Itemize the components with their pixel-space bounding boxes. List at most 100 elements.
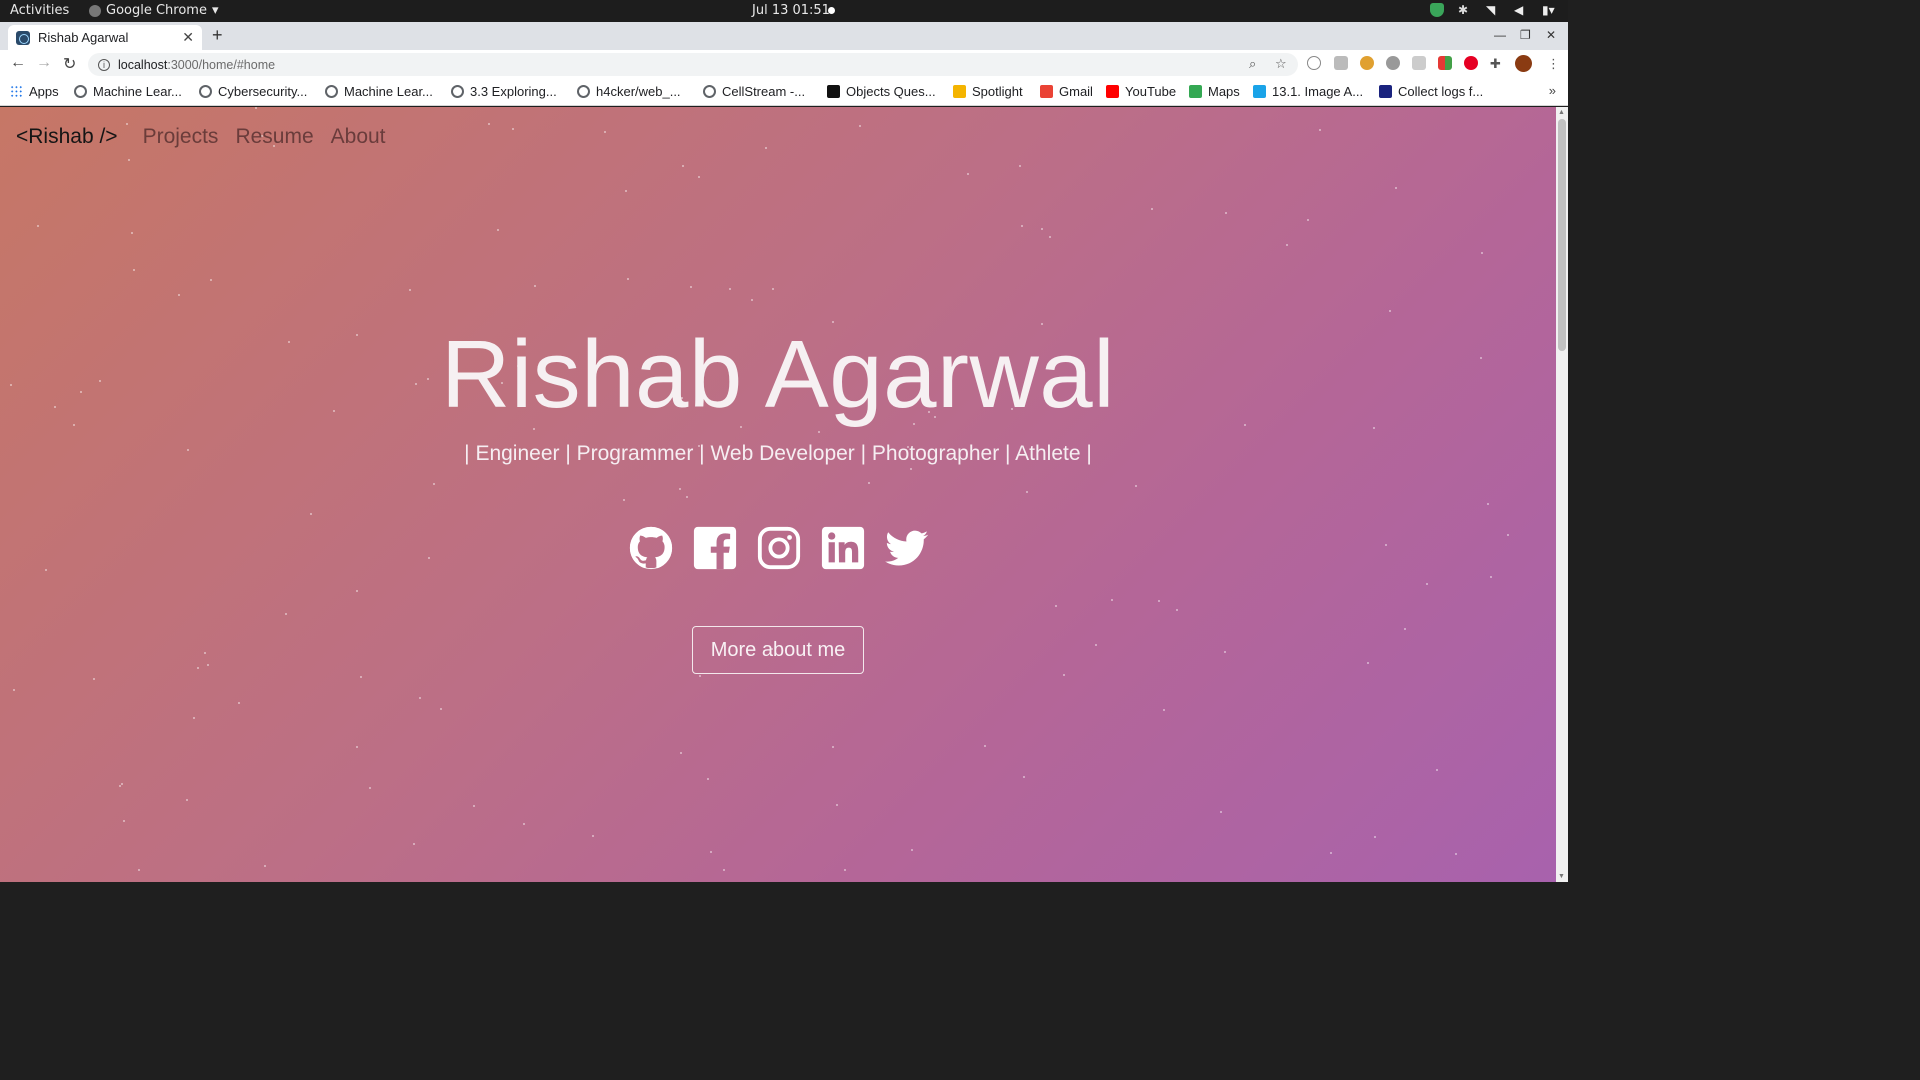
star-dot [1095,644,1097,646]
wifi-icon[interactable]: ◥ [1486,3,1500,17]
bookmark-star-icon[interactable]: ☆ [1275,56,1287,72]
system-tray[interactable]: ✱ ◥ ◀ ▮▾ [1430,3,1556,17]
battery-icon[interactable]: ▮▾ [1542,3,1556,17]
bookmark-label: Machine Lear... [344,84,433,99]
bookmark-item[interactable]: 3.3 Exploring... [451,84,557,99]
bookmark-item[interactable]: Gmail [1040,84,1093,99]
star-dot [1224,651,1226,653]
youtube-icon [1106,85,1119,98]
star-dot [1385,544,1387,546]
star-dot [1286,244,1288,246]
chrome-menu-icon[interactable]: ⋮ [1547,56,1560,72]
bookmark-label: Collect logs f... [1398,84,1484,99]
star-dot [625,190,627,192]
extension-cookie-icon[interactable] [1360,56,1374,70]
bookmark-item[interactable]: Cybersecurity... [199,84,307,99]
bookmark-item[interactable]: CellStream -... [703,84,805,99]
extension-grid-icon[interactable] [1438,56,1452,70]
bookmark-item[interactable]: Objects Ques... [827,84,936,99]
volume-icon[interactable]: ◀ [1514,3,1528,17]
reload-icon[interactable]: ↻ [63,54,76,74]
bookmark-item[interactable]: 13.1. Image A... [1253,84,1363,99]
clock[interactable]: Jul 13 01:51 [752,3,830,18]
page-scrollbar[interactable]: ▲ ▼ [1556,107,1568,882]
star-dot [1426,583,1428,585]
star-dot [680,752,682,754]
linkedin-icon[interactable] [818,525,868,571]
star-dot [419,697,421,699]
pinterest-icon[interactable] [1464,56,1478,70]
browser-tab[interactable]: Rishab Agarwal ✕ [8,25,202,50]
star-dot [310,513,312,515]
bookmark-item[interactable]: Maps [1189,84,1240,99]
star-dot [623,499,625,501]
profile-avatar[interactable] [1515,55,1532,72]
tab-close-icon[interactable]: ✕ [182,29,194,46]
star-dot [1395,187,1397,189]
star-dot [1135,485,1137,487]
extension-np-icon[interactable] [1412,56,1426,70]
slack-icon[interactable]: ✱ [1458,3,1472,17]
star-dot [698,176,700,178]
instagram-icon[interactable] [754,525,804,571]
bookmark-item[interactable]: Machine Lear... [325,84,433,99]
star-dot [356,746,358,748]
bookmark-label: Spotlight [972,84,1023,99]
address-bar[interactable]: i localhost:3000/home/#home [88,53,1298,76]
extensions-puzzle-icon[interactable]: ✚ [1490,56,1501,72]
star-dot [193,717,195,719]
bookmark-item[interactable]: YouTube [1106,84,1176,99]
forward-icon[interactable]: → [36,54,52,72]
image-icon [1253,85,1266,98]
apps-grid-icon [10,85,23,98]
facebook-icon[interactable] [690,525,740,571]
star-dot [1158,600,1160,602]
bookmark-item[interactable]: Machine Lear... [74,84,182,99]
star-dot [868,482,870,484]
globe-icon [325,85,338,98]
logs-icon [1379,85,1392,98]
bookmark-item[interactable]: Collect logs f... [1379,84,1483,99]
extension-globe-icon[interactable] [1307,56,1321,70]
window-close-icon[interactable]: ✕ [1546,28,1556,42]
social-links [626,525,932,571]
bookmark-item[interactable]: h4cker/web_... [577,84,681,99]
restore-icon[interactable]: ❐ [1520,28,1531,42]
star-dot [128,159,130,161]
twitter-icon[interactable] [882,525,932,571]
minimize-icon[interactable]: — [1494,28,1506,42]
bookmarks-overflow-icon[interactable]: » [1549,83,1556,98]
shield-icon[interactable] [1430,3,1444,17]
star-dot [765,147,767,149]
nav-link-resume[interactable]: Resume [235,125,313,149]
star-dot [723,869,725,871]
scrollbar-thumb[interactable] [1558,119,1566,351]
nav-link-about[interactable]: About [331,125,386,149]
maps-icon [1189,85,1202,98]
scroll-down-icon[interactable]: ▼ [1558,873,1565,880]
bookmark-label: 13.1. Image A... [1272,84,1364,99]
bookmark-item[interactable]: Spotlight [953,84,1023,99]
app-menu[interactable]: Google Chrome ▾ [89,3,219,18]
scroll-up-icon[interactable]: ▲ [1558,109,1565,116]
activities-button[interactable]: Activities [10,3,69,18]
new-tab-icon[interactable]: + [212,25,223,46]
site-navbar: <Rishab /> Projects Resume About [16,125,403,149]
site-info-icon[interactable]: i [98,58,110,71]
star-dot [1330,852,1332,854]
star-dot [204,652,206,654]
star-dot [1055,605,1057,607]
more-about-me-button[interactable]: More about me [692,626,864,674]
github-icon[interactable] [626,525,676,571]
bookmark-item[interactable]: Apps [10,84,59,99]
extension-cloud-icon[interactable] [1386,56,1400,70]
star-dot [473,805,475,807]
star-dot [699,675,701,677]
back-icon[interactable]: ← [10,54,26,72]
star-dot [682,165,684,167]
site-brand[interactable]: <Rishab /> [16,125,118,149]
star-dot [751,299,753,301]
extension-k-icon[interactable] [1334,56,1348,70]
nav-link-projects[interactable]: Projects [143,125,219,149]
zoom-icon[interactable]: ⌕ [1249,56,1256,72]
